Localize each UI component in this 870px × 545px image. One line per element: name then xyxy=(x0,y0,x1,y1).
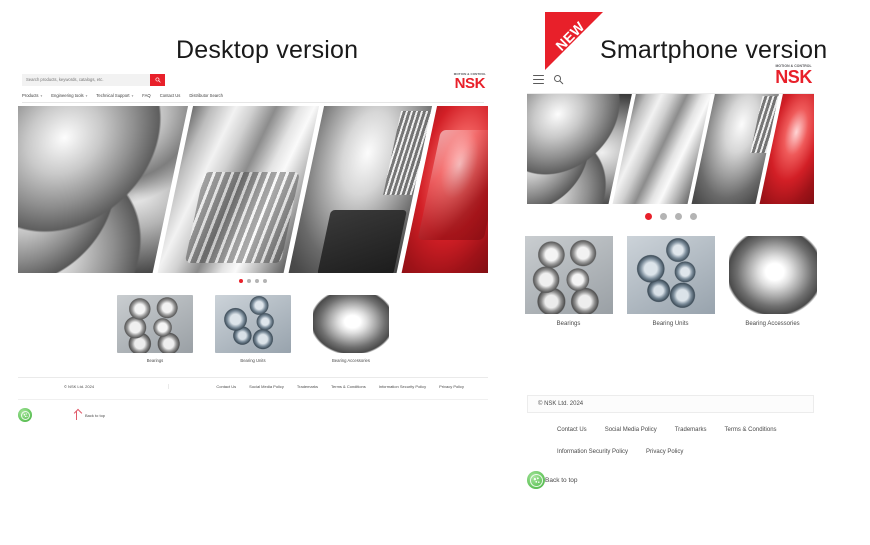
nav-item-distributor-search[interactable]: Distributor Search xyxy=(189,93,223,98)
search-submit-button[interactable] xyxy=(150,74,165,86)
carousel-dot-2[interactable] xyxy=(659,213,667,220)
back-to-top-label[interactable]: Back to top xyxy=(545,477,578,484)
mobile-product-cards: Bearings Bearing Units Bearing Accessori… xyxy=(524,236,817,327)
mobile-footer: © NSK Ltd. 2024 Contact Us Social Media … xyxy=(527,395,814,489)
nav-label: Technical Support xyxy=(96,93,130,98)
product-thumbnail-bearings xyxy=(524,236,613,314)
carousel-dot-4[interactable] xyxy=(689,213,697,220)
product-thumbnail-bearing-units xyxy=(215,295,291,353)
back-to-top-button[interactable]: Back to top xyxy=(74,410,105,420)
carousel-dot-1[interactable] xyxy=(239,279,243,283)
product-card-bearing-units[interactable]: Bearing Units xyxy=(215,295,291,363)
desktop-mockup: MOTION & CONTROL NSK Products ▾ Engineer… xyxy=(18,70,488,450)
nav-label: Engineering tools xyxy=(51,93,84,98)
nav-label: Products xyxy=(22,93,39,98)
carousel-dot-4[interactable] xyxy=(263,279,267,283)
footer-link-contact-us[interactable]: Contact Us xyxy=(557,427,587,433)
nsk-logo-desktop[interactable]: MOTION & CONTROL NSK xyxy=(454,72,486,91)
product-card-bearings[interactable]: Bearings xyxy=(117,295,193,363)
mobile-header-icons xyxy=(533,70,564,85)
footer-link-social-media-policy[interactable]: Social Media Policy xyxy=(249,384,284,389)
footer-link-information-security-policy[interactable]: Information Security Policy xyxy=(379,384,426,389)
nav-item-contact-us[interactable]: Contact Us xyxy=(160,93,181,98)
smartphone-version-title: Smartphone version xyxy=(600,36,828,64)
footer-link-contact-us[interactable]: Contact Us xyxy=(216,384,236,389)
nav-item-technical-support[interactable]: Technical Support ▾ xyxy=(96,93,133,98)
product-card-bearing-accessories[interactable]: Bearing Accessories xyxy=(728,236,817,327)
footer-link-terms-conditions[interactable]: Terms & Conditions xyxy=(331,384,366,389)
product-label: Bearing Accessories xyxy=(745,321,800,327)
footer-link-privacy-policy[interactable]: Privacy Policy xyxy=(646,449,683,455)
desktop-carousel-dots xyxy=(18,273,488,283)
brand-name: NSK xyxy=(775,67,812,88)
product-card-bearing-units[interactable]: Bearing Units xyxy=(626,236,715,327)
search-icon xyxy=(154,77,161,83)
mobile-site-header: MOTION & CONTROL NSK xyxy=(527,62,814,94)
footer-copyright: © NSK Ltd. 2024 xyxy=(538,401,584,407)
desktop-search-bar xyxy=(22,74,165,86)
nav-item-faq[interactable]: FAQ xyxy=(142,93,150,98)
product-thumbnail-bearings xyxy=(117,295,193,353)
mobile-footer-copyright-bar: © NSK Ltd. 2024 xyxy=(527,395,814,413)
cookie-settings-icon[interactable] xyxy=(18,408,32,422)
cookie-settings-icon[interactable] xyxy=(527,471,545,489)
carousel-dot-2[interactable] xyxy=(247,279,251,283)
chevron-down-icon: ▾ xyxy=(85,93,88,98)
mobile-footer-bottom: Back to top xyxy=(527,471,814,489)
desktop-version-title: Desktop version xyxy=(176,36,359,64)
desktop-main-nav: Products ▾ Engineering tools ▾ Technical… xyxy=(22,93,484,103)
product-thumbnail-bearing-units xyxy=(626,236,715,314)
mobile-footer-links: Contact Us Social Media Policy Trademark… xyxy=(527,413,787,455)
comparison-canvas: Desktop version Smartphone version NEW M… xyxy=(0,0,870,545)
hamburger-menu-icon[interactable] xyxy=(533,75,544,84)
carousel-dot-3[interactable] xyxy=(674,213,682,220)
search-icon[interactable] xyxy=(553,74,564,85)
product-label: Bearings xyxy=(556,321,581,327)
nav-item-engineering-tools[interactable]: Engineering tools ▾ xyxy=(51,93,87,98)
product-label: Bearings xyxy=(146,358,164,363)
product-card-bearings[interactable]: Bearings xyxy=(524,236,613,327)
footer-link-trademarks[interactable]: Trademarks xyxy=(297,384,318,389)
product-card-bearing-accessories[interactable]: Bearing Accessories xyxy=(313,295,389,363)
footer-link-trademarks[interactable]: Trademarks xyxy=(675,427,707,433)
chevron-down-icon: ▾ xyxy=(131,93,134,98)
search-input[interactable] xyxy=(22,74,150,86)
back-to-top-label: Back to top xyxy=(85,412,106,418)
footer-link-terms-conditions[interactable]: Terms & Conditions xyxy=(725,427,777,433)
brand-name: NSK xyxy=(454,75,486,92)
smartphone-mockup: MOTION & CONTROL NSK Bearings Bearing Un… xyxy=(524,62,817,489)
desktop-footer-bottom: Back to top xyxy=(18,399,488,422)
product-thumbnail-bearing-accessories xyxy=(313,295,389,353)
nsk-logo-mobile[interactable]: MOTION & CONTROL NSK xyxy=(775,64,812,86)
footer-link-privacy-policy[interactable]: Privacy Policy xyxy=(439,384,464,389)
footer-link-information-security-policy[interactable]: Information Security Policy xyxy=(557,449,628,455)
product-label: Bearing Units xyxy=(240,358,266,363)
carousel-dot-1[interactable] xyxy=(644,213,652,220)
footer-links: Contact Us Social Media Policy Trademark… xyxy=(168,384,488,389)
chevron-down-icon: ▾ xyxy=(40,93,43,98)
footer-link-social-media-policy[interactable]: Social Media Policy xyxy=(605,427,657,433)
mobile-carousel-dots xyxy=(527,204,814,220)
desktop-footer: © NSK Ltd. 2024 Contact Us Social Media … xyxy=(18,377,488,389)
product-thumbnail-bearing-accessories xyxy=(728,236,817,314)
mobile-hero-banner[interactable] xyxy=(527,94,814,204)
desktop-hero-banner[interactable] xyxy=(18,106,488,273)
carousel-dot-3[interactable] xyxy=(255,279,259,283)
desktop-site-header: MOTION & CONTROL NSK Products ▾ Engineer… xyxy=(18,70,488,106)
footer-copyright: © NSK Ltd. 2024 xyxy=(64,384,95,389)
product-label: Bearing Accessories xyxy=(332,358,370,363)
nav-item-products[interactable]: Products ▾ xyxy=(22,93,42,98)
desktop-product-cards: Bearings Bearing Units Bearing Accessori… xyxy=(18,295,488,363)
product-label: Bearing Units xyxy=(652,321,689,327)
arrow-up-icon xyxy=(74,410,80,420)
